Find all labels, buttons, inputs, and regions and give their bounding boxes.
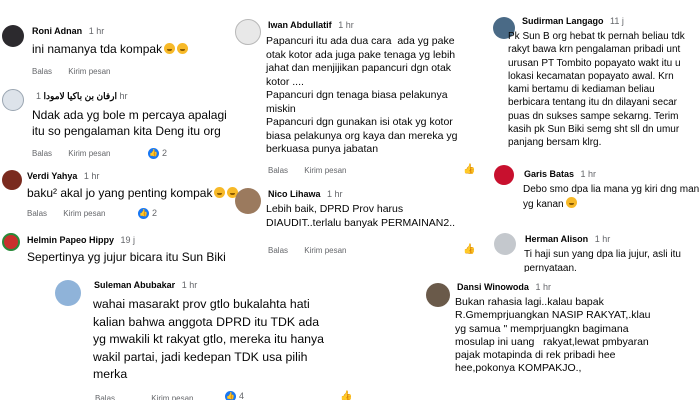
avatar[interactable] <box>2 89 24 111</box>
author-name[interactable]: Helmin Papeo Hippy <box>27 235 114 245</box>
like-icon[interactable]: 👍 <box>340 392 352 400</box>
comment-time[interactable]: 1 hr <box>595 234 611 244</box>
comment-time[interactable]: 19 j <box>121 235 136 245</box>
comment-time[interactable]: 1 hr <box>327 189 343 199</box>
comment-time[interactable]: 1 hr <box>535 282 551 292</box>
like-count[interactable]: 👍 2 <box>138 207 157 220</box>
send-message-button[interactable]: Kirim pesan <box>304 246 346 255</box>
comment-text: Pk Sun B org hebat tk pernah beliau tdk … <box>508 31 685 149</box>
reply-button[interactable]: Balas <box>32 67 52 76</box>
comment-text: ini namanya tda kompak <box>32 42 189 56</box>
like-icon: 👍 <box>138 208 149 220</box>
laughing-tears-emoji-icon <box>214 187 226 198</box>
avatar[interactable] <box>235 188 261 214</box>
avatar[interactable] <box>55 280 81 306</box>
avatar[interactable] <box>494 165 514 185</box>
send-message-button[interactable]: Kirim pesan <box>68 149 110 158</box>
author-name[interactable]: Nico Lihawa <box>268 189 321 199</box>
like-icon: 👍 <box>148 148 159 160</box>
author-name[interactable]: Iwan Abdullatif <box>268 20 332 30</box>
comment-text: Sepertinya yg jujur bicara itu Sun Biki <box>27 250 226 264</box>
comment-text: baku² akal jo yang penting kompak <box>27 186 239 200</box>
send-message-button[interactable]: Kirim pesan <box>68 67 110 76</box>
comment-text: Lebih baik, DPRD Prov harus DIAUDIT..ter… <box>266 203 456 229</box>
send-message-button[interactable]: Kirim pesan <box>304 166 346 175</box>
comment-text: Papancuri itu ada dua cara ada yg pake o… <box>266 35 458 155</box>
like-icon[interactable]: 👍 <box>463 165 475 175</box>
reply-button[interactable]: Balas <box>32 149 52 158</box>
comment-time[interactable]: 1 hr <box>581 169 597 179</box>
author-name[interactable]: Sudirman Langago <box>522 16 604 26</box>
author-name[interactable]: Suleman Abubakar <box>94 280 175 290</box>
author-name[interactable]: Dansi Winowoda <box>457 282 529 292</box>
reply-button[interactable]: Balas <box>268 246 288 255</box>
laughing-tears-emoji-icon <box>164 43 176 54</box>
avatar[interactable] <box>235 19 261 45</box>
avatar[interactable] <box>2 25 24 47</box>
author-name[interactable]: Verdi Yahya <box>27 171 77 181</box>
comment-text: Debo smo dpa lia mana yg kiri dng man yg… <box>523 184 700 210</box>
reply-button[interactable]: Balas <box>27 209 47 218</box>
send-message-button[interactable]: Kirim pesan <box>151 394 193 400</box>
comment-text: Bukan rahasia lagi..kalau bapak R.Gmempr… <box>455 296 651 375</box>
comment-text: Ndak ada yg bole m percaya apalagi itu s… <box>32 108 227 138</box>
comment-time[interactable]: 1 hr <box>338 20 354 30</box>
author-name[interactable]: ارفان بن باكيا لامودا <box>44 91 117 101</box>
comment-time[interactable]: 1 hr <box>89 26 105 36</box>
reply-button[interactable]: Balas <box>268 166 288 175</box>
grin-emoji-icon <box>177 43 189 54</box>
avatar[interactable] <box>2 233 20 251</box>
comment-time[interactable]: 11 j <box>610 16 624 26</box>
like-icon[interactable]: 👍 <box>463 245 475 255</box>
avatar[interactable] <box>2 170 22 190</box>
comment-time[interactable]: 1 hr <box>84 171 100 181</box>
author-name[interactable]: Roni Adnan <box>32 26 82 36</box>
author-name[interactable]: Herman Alison <box>525 234 588 244</box>
reply-button[interactable]: Balas <box>95 394 115 400</box>
comment-time[interactable]: 1 hr <box>182 280 198 290</box>
author-name[interactable]: Garis Batas <box>524 169 574 179</box>
like-icon: 👍 <box>225 391 236 400</box>
comment-text: wahai masarakt prov gtlo bukalahta hati … <box>93 297 324 381</box>
like-count[interactable]: 👍 2 <box>148 147 167 160</box>
send-message-button[interactable]: Kirim pesan <box>63 209 105 218</box>
avatar[interactable] <box>426 283 450 307</box>
comment-text: Ti haji sun yang dpa lia jujur, asli itu… <box>524 249 681 274</box>
laughing-tears-emoji-icon <box>565 196 577 208</box>
avatar[interactable] <box>494 233 516 255</box>
like-count[interactable]: 👍 4 <box>225 390 244 400</box>
